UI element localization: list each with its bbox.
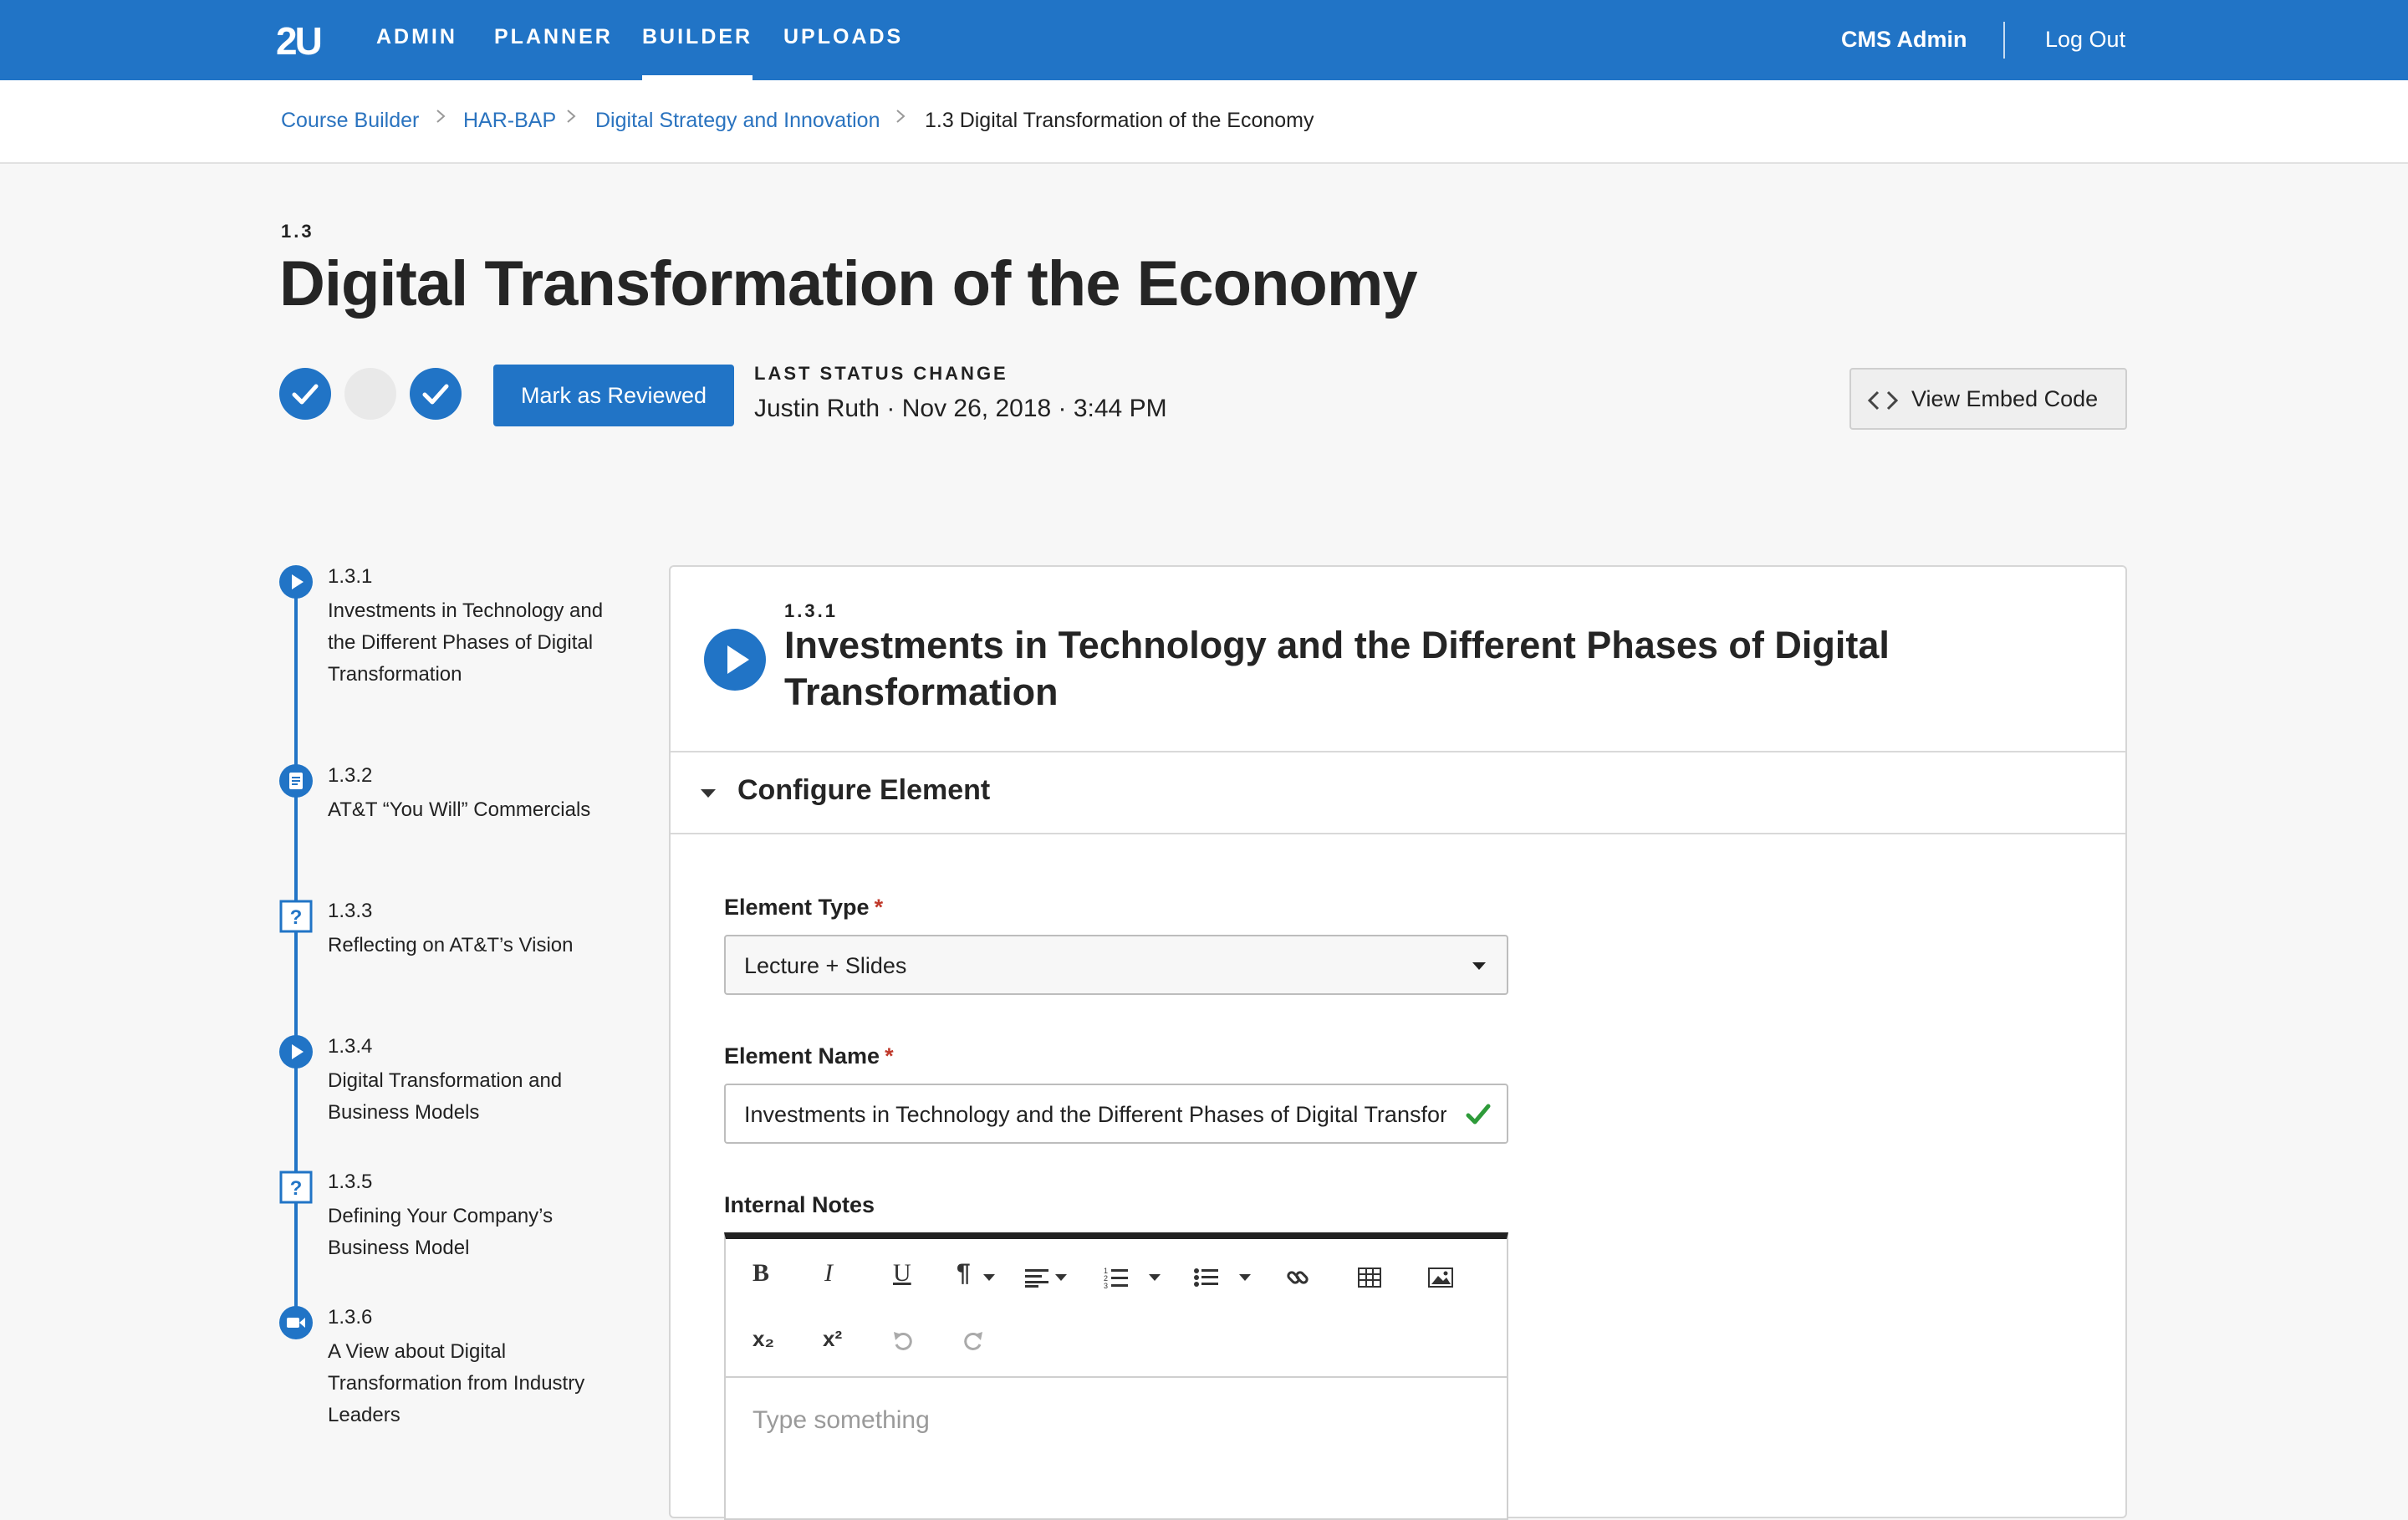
breadcrumb: Course Builder HAR-BAP Digital Strategy … [0,80,2408,164]
video-icon [279,1306,313,1339]
sidebar-item-label: Reflecting on AT&T’s Vision [328,934,574,956]
subscript-button[interactable]: x₂ [752,1326,774,1359]
divider [671,833,2125,834]
code-icon [1867,390,1899,411]
nav-uploads[interactable]: UPLOADS [783,25,903,80]
sidebar-item-number: 1.3.1 [328,565,373,588]
caret-down-icon[interactable] [1239,1274,1251,1281]
ordered-list-icon[interactable]: 123 [1104,1266,1129,1289]
internal-notes-editor: B I U ¶ 123 x₂ x² Type something [724,1232,1508,1520]
brand-logo[interactable]: 2U [276,18,323,64]
caret-down-icon [1472,962,1486,970]
element-type-select[interactable]: Lecture + Slides [724,935,1508,995]
play-icon [279,565,313,599]
status-label: LAST STATUS CHANGE [754,363,1008,384]
status-step-pending [344,368,396,420]
superscript-button[interactable]: x² [823,1326,842,1359]
sidebar-item-number: 1.3.2 [328,764,373,787]
element-type-label-text: Element Type [724,895,870,920]
sidebar-item-number: 1.3.3 [328,900,373,922]
table-icon[interactable] [1358,1268,1381,1288]
align-left-icon[interactable] [1025,1268,1050,1288]
sidebar-item-label: AT&T “You Will” Commercials [328,798,591,821]
sidebar-item-label: Digital Transformation and Business Mode… [328,1069,563,1124]
chevron-right-icon [896,110,906,123]
top-nav: 2U ADMIN PLANNER BUILDER UPLOADS CMS Adm… [0,0,2408,80]
redo-icon[interactable] [962,1329,985,1353]
view-embed-code-button[interactable]: View Embed Code [1849,368,2127,430]
caret-down-icon[interactable] [1055,1274,1067,1281]
page-number: 1.3 [281,221,314,242]
required-marker: * [874,895,884,920]
timeline-line [294,580,298,1321]
status-value: Justin Ruth · Nov 26, 2018 · 3:44 PM [754,395,1167,422]
nav-planner[interactable]: PLANNER [494,25,613,80]
link-icon[interactable] [1286,1266,1309,1289]
breadcrumb-current: 1.3 Digital Transformation of the Econom… [925,109,1314,132]
element-type-label: Element Type * [724,895,883,921]
breadcrumb-course-builder[interactable]: Course Builder [281,109,419,133]
caret-down-icon[interactable] [699,788,717,799]
chevron-right-icon [567,110,576,123]
question-icon: ? [279,1171,313,1204]
sidebar-item-label: A View about Digital Transformation from… [328,1340,585,1426]
divider [671,751,2125,752]
image-icon[interactable] [1428,1268,1453,1288]
element-title: Investments in Technology and the Differ… [784,624,1890,713]
question-icon: ? [279,900,313,933]
configure-element-toggle[interactable]: Configure Element [737,774,990,807]
sidebar-item-label: Investments in Technology and the Differ… [328,599,604,686]
play-icon [279,1035,313,1069]
sidebar-item-number: 1.3.6 [328,1306,373,1329]
element-name-value: Investments in Technology and the Differ… [744,1102,1446,1127]
breadcrumb-har-bap[interactable]: HAR-BAP [463,109,556,133]
caret-down-icon[interactable] [1149,1274,1161,1281]
internal-notes-label: Internal Notes [724,1192,875,1217]
nav-builder[interactable]: BUILDER [642,25,753,80]
element-type-value: Lecture + Slides [744,953,907,978]
svg-text:?: ? [290,1177,303,1200]
breadcrumb-course[interactable]: Digital Strategy and Innovation [595,109,880,133]
nav-divider [2003,22,2005,59]
italic-button[interactable]: I [824,1259,833,1293]
sidebar-item-label: Defining Your Company’s Business Model [328,1205,554,1259]
bullet-list-icon[interactable] [1194,1268,1219,1288]
element-card: 1.3.1 Investments in Technology and the … [669,565,2127,1520]
play-icon[interactable] [704,629,766,691]
embed-button-label: View Embed Code [1911,386,2099,411]
check-icon [422,384,449,405]
editor-toolbar: B I U ¶ 123 x₂ x² [726,1239,1507,1378]
sidebar-item-number: 1.3.4 [328,1035,373,1058]
undo-icon[interactable] [891,1329,915,1353]
status-step-done [410,368,462,420]
paragraph-format-button[interactable]: ¶ [957,1259,971,1293]
check-icon [292,384,319,405]
status-step-done [279,368,331,420]
chevron-right-icon [436,110,446,123]
element-name-label-text: Element Name [724,1043,880,1069]
sidebar-item-number: 1.3.5 [328,1171,373,1193]
document-icon [279,764,313,798]
page-title: Digital Transformation of the Economy [279,248,1418,319]
element-name-label: Element Name * [724,1043,894,1069]
nav-admin[interactable]: ADMIN [376,25,457,80]
bold-button[interactable]: B [752,1259,769,1293]
svg-text:3: 3 [1104,1282,1108,1289]
caret-down-icon[interactable] [983,1274,995,1281]
notes-placeholder[interactable]: Type something [752,1406,930,1435]
svg-text:?: ? [290,906,303,929]
underline-button[interactable]: U [893,1259,911,1293]
check-icon [1466,1104,1491,1125]
user-menu[interactable]: CMS Admin [1841,27,1967,53]
required-marker: * [885,1043,894,1069]
mark-reviewed-button[interactable]: Mark as Reviewed [493,365,734,426]
element-name-input[interactable]: Investments in Technology and the Differ… [724,1084,1508,1144]
logout-link[interactable]: Log Out [2045,27,2125,53]
element-number: 1.3.1 [784,600,838,621]
